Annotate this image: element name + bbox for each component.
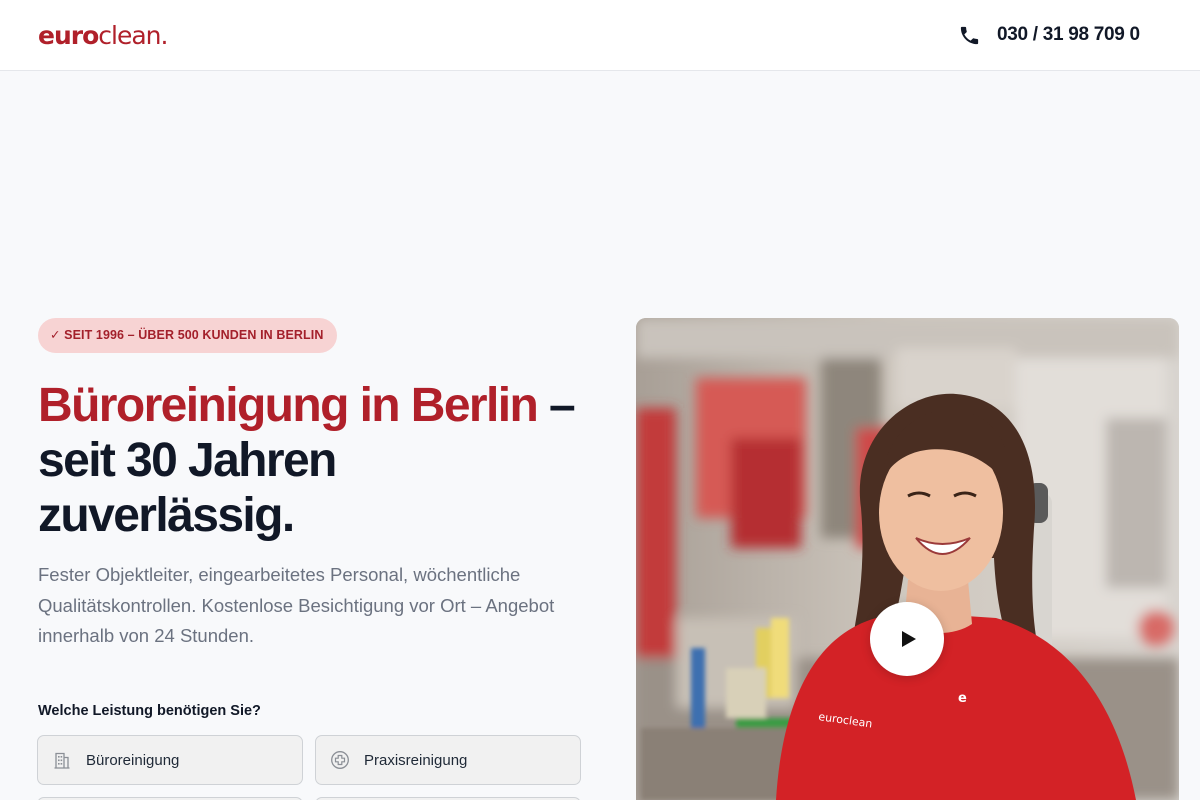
play-icon	[901, 631, 916, 647]
phone-icon	[960, 26, 979, 44]
hero-video[interactable]: euroclean e	[636, 318, 1179, 800]
trust-badge: ✓ SEIT 1996 – ÜBER 500 KUNDEN IN BERLIN	[38, 318, 338, 353]
service-option-praxisreinigung[interactable]: Praxisreinigung	[315, 735, 581, 785]
hero-lead-text: Fester Objektleiter, eingearbeitetes Per…	[38, 564, 555, 646]
logo-text-euro: euro	[38, 21, 99, 50]
site-header: euroclean. 030 / 31 98 709 0	[0, 0, 1200, 71]
service-option-label: Büroreinigung	[86, 751, 180, 769]
service-option-label: Praxisreinigung	[364, 751, 468, 769]
service-option-bueroreinigung[interactable]: Büroreinigung	[37, 735, 303, 785]
svg-text:e: e	[958, 691, 967, 706]
logo-text-clean: clean.	[98, 21, 168, 50]
service-question: Welche Leistung benötigen Sie?	[38, 703, 261, 719]
medical-cross-icon	[331, 751, 349, 769]
phone-link[interactable]: 030 / 31 98 709 0	[958, 22, 1140, 48]
phone-number: 030 / 31 98 709 0	[997, 24, 1140, 45]
hero-headline: Büroreinigung in Berlin – seit 30 Jahren…	[38, 378, 598, 543]
video-thumbnail-image: euroclean e	[636, 318, 1179, 800]
headline-accent: Büroreinigung in Berlin	[38, 379, 539, 432]
building-icon	[54, 752, 70, 769]
brand-logo[interactable]: euroclean.	[38, 20, 168, 52]
play-button[interactable]	[870, 602, 944, 676]
